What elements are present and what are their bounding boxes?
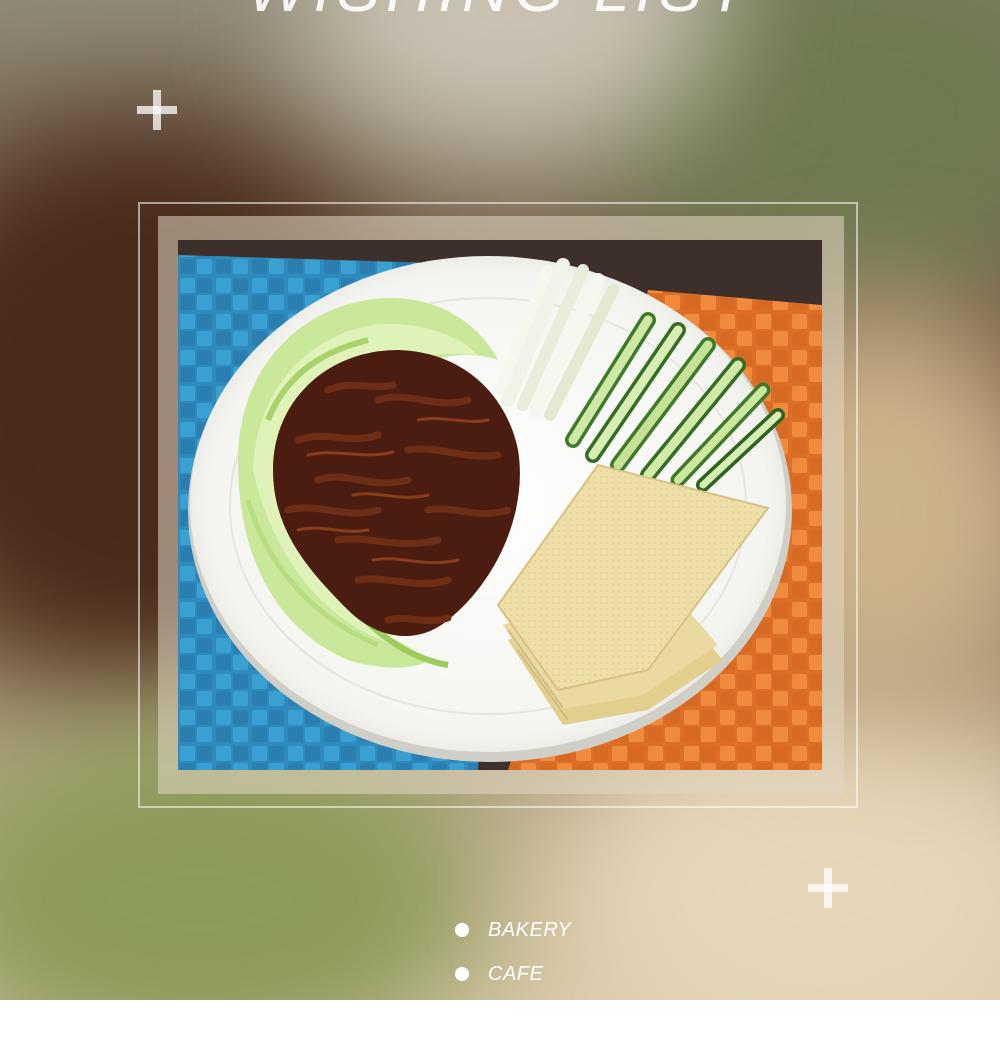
menu-item-label: CAFE bbox=[488, 962, 544, 985]
page-title: WISHING LIST bbox=[0, 0, 1000, 26]
menu-item-bakery[interactable]: BAKERY bbox=[455, 908, 619, 952]
food-photo[interactable] bbox=[178, 240, 822, 770]
menu-item-cafe[interactable]: CAFE bbox=[455, 952, 619, 996]
bullet-icon bbox=[455, 1011, 469, 1025]
menu-item-label: BAKERY bbox=[488, 918, 572, 941]
bullet-icon bbox=[455, 967, 469, 981]
menu-item-bookstore[interactable]: BOOKSTORE bbox=[455, 996, 619, 1040]
plus-icon bbox=[137, 90, 177, 130]
menu-item-label: BOOKSTORE bbox=[488, 1006, 619, 1029]
bullet-icon bbox=[455, 923, 469, 937]
category-menu: BAKERY CAFE BOOKSTORE bbox=[455, 908, 619, 1040]
plus-icon bbox=[808, 868, 848, 908]
